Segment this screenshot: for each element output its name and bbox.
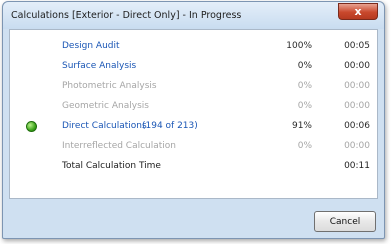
status-slot	[26, 61, 37, 72]
close-button[interactable]: x	[338, 3, 378, 20]
calc-label: Geometric Analysis	[62, 101, 149, 111]
calculations-dialog: Calculations [Exterior - Direct Only] - …	[2, 1, 385, 239]
calc-label[interactable]: Design Audit	[62, 36, 120, 56]
calc-percent: 100%	[286, 41, 312, 51]
calc-label[interactable]: Surface Analysis	[62, 56, 136, 76]
cancel-button[interactable]: Cancel	[314, 211, 376, 232]
calc-row-direct-calculations: Direct Calculations (194 of 213) 91% 00:…	[10, 116, 377, 136]
calc-percent: 0%	[297, 61, 312, 71]
calc-percent: 91%	[291, 121, 312, 131]
green-status-icon	[26, 121, 37, 132]
calc-percent: 0%	[297, 81, 312, 91]
calc-time: 00:00	[344, 81, 370, 91]
close-icon: x	[354, 5, 362, 18]
status-slot	[26, 41, 37, 52]
status-slot	[26, 81, 37, 92]
calculation-list: Design Audit 100% 00:05 Surface Analysis…	[9, 29, 378, 199]
total-row: Total Calculation Time 00:11	[10, 156, 377, 176]
status-slot	[26, 101, 37, 112]
calc-time: 00:05	[344, 41, 370, 51]
calc-label: Photometric Analysis	[62, 81, 157, 91]
calc-row-design-audit: Design Audit 100% 00:05	[10, 36, 377, 56]
calc-time: 00:00	[344, 101, 370, 111]
window-title: Calculations [Exterior - Direct Only] - …	[11, 10, 242, 21]
title-bar[interactable]: Calculations [Exterior - Direct Only] - …	[3, 2, 384, 29]
calc-time: 00:00	[344, 141, 370, 151]
dialog-footer: Cancel	[3, 199, 384, 238]
calc-row-interreflected-calculation: Interreflected Calculation 0% 00:00	[10, 136, 377, 156]
status-slot	[26, 141, 37, 152]
status-slot	[26, 121, 37, 132]
calc-percent: 0%	[297, 101, 312, 111]
calc-count: (194 of 213)	[142, 121, 198, 131]
calc-row-photometric-analysis: Photometric Analysis 0% 00:00	[10, 76, 377, 96]
calc-time: 00:06	[344, 121, 370, 131]
calc-row-surface-analysis: Surface Analysis 0% 00:00	[10, 56, 377, 76]
calc-label: Interreflected Calculation	[62, 141, 177, 151]
calc-row-geometric-analysis: Geometric Analysis 0% 00:00	[10, 96, 377, 116]
calc-label[interactable]: Direct Calculations	[62, 116, 147, 136]
calc-time: 00:00	[344, 61, 370, 71]
total-label: Total Calculation Time	[62, 161, 161, 171]
total-time: 00:11	[344, 161, 370, 171]
calc-percent: 0%	[297, 141, 312, 151]
